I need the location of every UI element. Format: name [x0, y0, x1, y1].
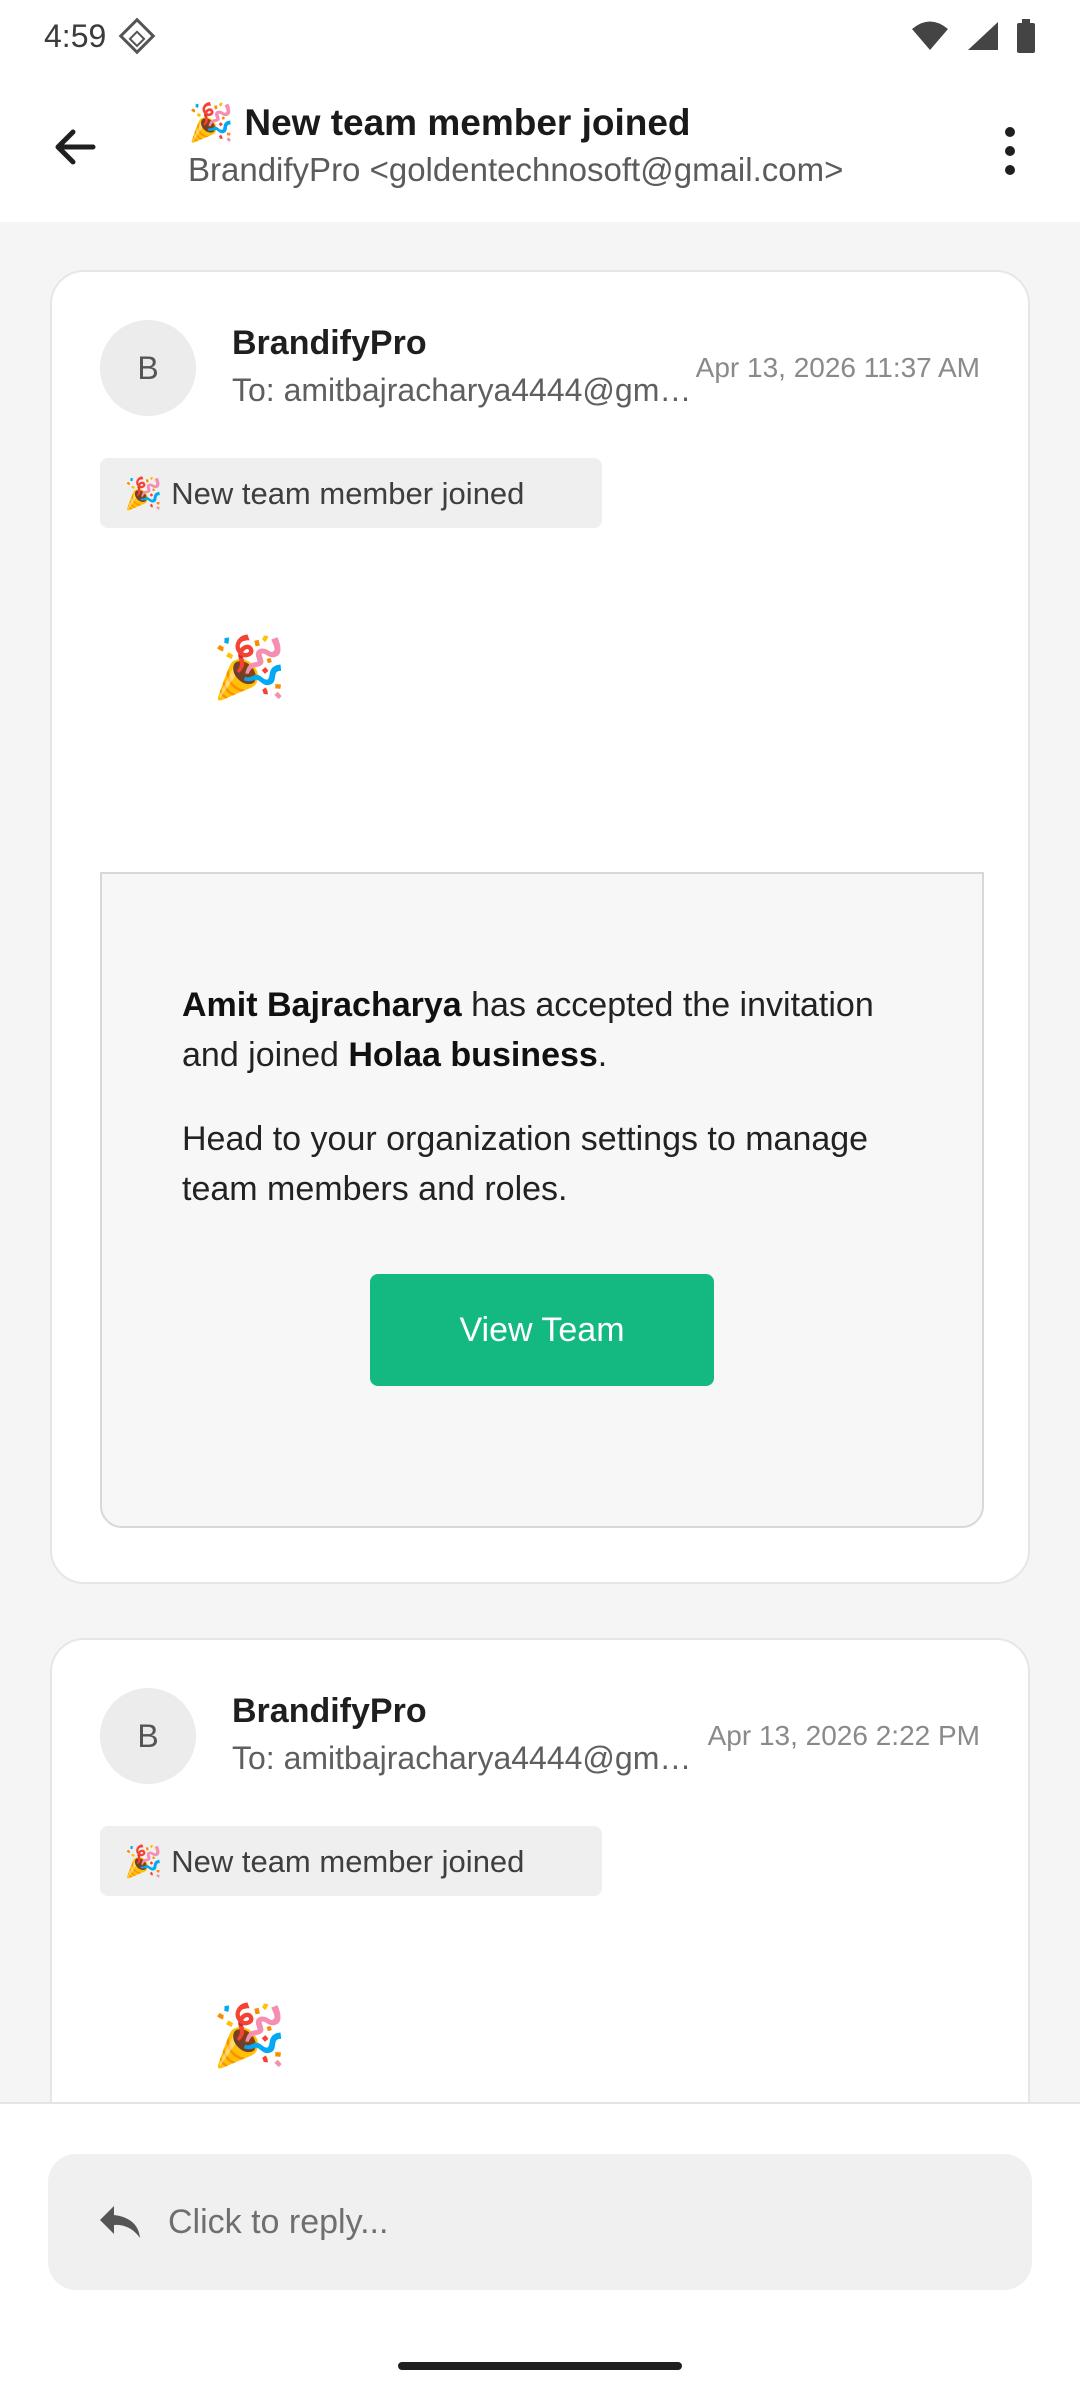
reply-input[interactable]: Click to reply...: [48, 2154, 1032, 2290]
more-vert-icon-dot: [1005, 146, 1015, 156]
home-indicator[interactable]: [398, 2362, 682, 2370]
battery-icon: [1017, 19, 1035, 53]
back-arrow-icon: [55, 129, 96, 165]
diamond-icon: [118, 17, 156, 55]
status-left: 4:59: [44, 17, 156, 55]
email-body: Amit Bajracharya has accepted the invita…: [100, 872, 984, 1528]
reply-area: Click to reply...: [0, 2102, 1080, 2400]
more-vert-icon-dot: [1005, 165, 1015, 175]
status-bar: 4:59: [0, 0, 1080, 72]
status-right: [910, 19, 1036, 53]
party-popper-icon: 🎉: [212, 634, 287, 701]
subject-chip: 🎉 New team member joined: [100, 1826, 602, 1896]
sender-address: BrandifyPro <goldentechnosoft@gmail.com>: [188, 151, 844, 188]
avatar: B: [100, 1688, 196, 1784]
sender-name: BrandifyPro: [232, 324, 427, 362]
message-card[interactable]: B BrandifyPro To: amitbajracharya4444@gm…: [50, 1638, 1030, 2102]
sender-name: BrandifyPro: [232, 1692, 427, 1730]
more-options-button[interactable]: [980, 116, 1040, 186]
party-popper-icon: 🎉: [212, 2002, 287, 2069]
message-thread[interactable]: B BrandifyPro To: amitbajracharya4444@gm…: [0, 222, 1080, 2102]
signal-icon: [968, 22, 998, 50]
page-title: 🎉 New team member joined: [188, 102, 691, 143]
body-paragraph-2: Head to your organization settings to ma…: [182, 1120, 869, 1208]
status-time: 4:59: [44, 17, 107, 54]
message-date: Apr 13, 2026 11:37 AM: [695, 352, 980, 383]
body-text-end: .: [597, 1036, 608, 1074]
reply-placeholder: Click to reply...: [168, 2202, 389, 2241]
member-name: Amit Bajracharya: [182, 986, 462, 1024]
recipient: To: amitbajracharya4444@gmail.com: [232, 372, 702, 408]
body-paragraph-1: Amit Bajracharya has accepted the invita…: [182, 980, 882, 1080]
subject-chip: 🎉 New team member joined: [100, 458, 602, 528]
more-vert-icon: [1005, 127, 1015, 137]
title-block: 🎉 New team member joined BrandifyPro <go…: [188, 102, 908, 189]
back-button[interactable]: [40, 112, 110, 182]
view-team-button[interactable]: View Team: [370, 1274, 714, 1386]
org-name: Holaa business: [348, 1036, 598, 1074]
avatar: B: [100, 320, 196, 416]
wifi-icon: [912, 21, 948, 50]
message-date: Apr 13, 2026 2:22 PM: [707, 1720, 980, 1751]
reply-icon: [100, 2206, 140, 2238]
message-card[interactable]: B BrandifyPro To: amitbajracharya4444@gm…: [50, 270, 1030, 1584]
app-bar: 🎉 New team member joined BrandifyPro <go…: [0, 72, 1080, 222]
recipient: To: amitbajracharya4444@gmail.com: [232, 1740, 702, 1776]
